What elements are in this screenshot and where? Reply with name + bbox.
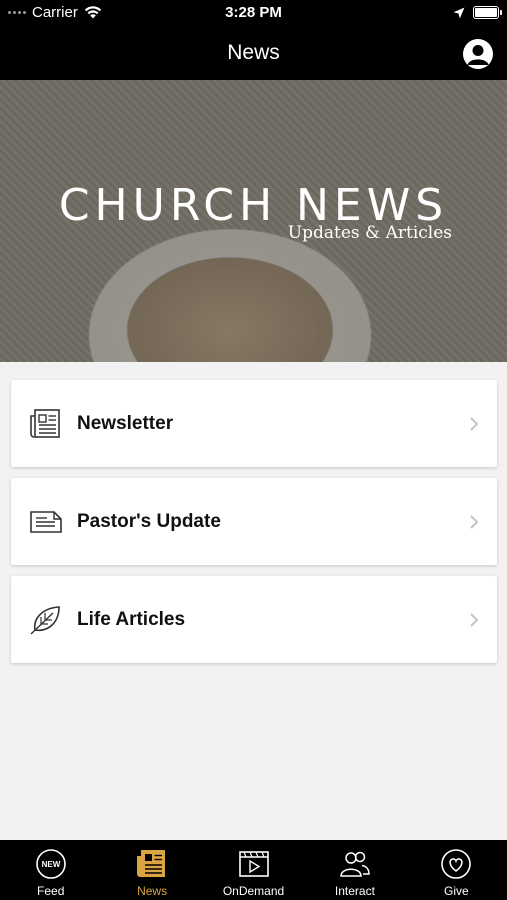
menu-item-label: Pastor's Update (77, 511, 221, 532)
tab-label: Feed (37, 884, 65, 898)
newspaper-icon (30, 409, 60, 438)
hero-banner: CHURCH NEWS Updates & Articles (0, 80, 507, 362)
new-badge-text: NEW (41, 860, 60, 869)
tab-feed[interactable]: NEW Feed (0, 840, 101, 900)
user-icon (467, 45, 489, 65)
new-badge-icon: NEW (35, 849, 66, 879)
document-icon (30, 511, 62, 533)
leaf-icon (30, 606, 60, 635)
tab-label: OnDemand (222, 884, 285, 898)
tab-ondemand[interactable]: OnDemand (203, 840, 304, 900)
tab-interact[interactable]: Interact (304, 840, 405, 900)
chevron-right-icon (470, 613, 479, 627)
tab-label: Interact (334, 884, 375, 898)
chevron-right-icon (470, 417, 479, 431)
tab-news[interactable]: News (101, 840, 202, 900)
menu-item-label: Life Articles (77, 609, 186, 630)
chevron-right-icon (470, 515, 479, 529)
tab-label: News (137, 884, 168, 898)
nav-bar: News (0, 28, 507, 80)
location-arrow-icon (453, 7, 465, 18)
battery-icon (473, 6, 502, 19)
menu-item-pastors-update[interactable]: Pastor's Update (11, 478, 497, 565)
status-bar: Carrier 3:28 PM (0, 0, 507, 28)
hero-subtitle: Updates & Articles (287, 223, 452, 243)
tab-give[interactable]: Give (406, 840, 507, 900)
menu-item-newsletter[interactable]: Newsletter (11, 380, 497, 467)
heart-circle-icon (441, 849, 472, 879)
status-time: 3:28 PM (225, 4, 282, 21)
tab-label: Give (443, 884, 469, 898)
status-right (453, 6, 502, 19)
profile-button[interactable] (463, 39, 493, 69)
people-icon (340, 851, 370, 877)
menu-item-label: Newsletter (77, 413, 174, 434)
page-title: News (227, 41, 280, 64)
newspaper-icon (137, 850, 166, 877)
video-icon (238, 851, 269, 877)
tab-bar: NEW Feed News OnDemand Interact Give (0, 840, 507, 900)
menu-item-life-articles[interactable]: Life Articles (11, 576, 497, 663)
